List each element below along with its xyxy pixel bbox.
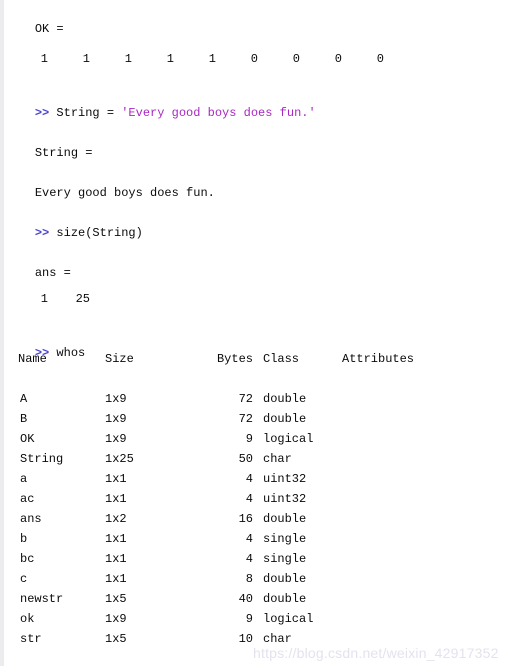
cell-size: 1x1 bbox=[105, 492, 127, 506]
ok-value-cell: 0 bbox=[376, 52, 384, 66]
column-header-size: Size bbox=[105, 352, 134, 366]
cell-class: double bbox=[263, 592, 307, 606]
ok-value-cell: 0 bbox=[250, 52, 258, 66]
cell-name: ans bbox=[20, 512, 42, 526]
cell-size: 1x5 bbox=[105, 592, 127, 606]
column-header-bytes: Bytes bbox=[216, 352, 253, 366]
command-text-whos: whos bbox=[56, 346, 86, 360]
cell-name: newstr bbox=[20, 592, 64, 606]
cell-bytes: 10 bbox=[238, 632, 253, 646]
cell-name: b bbox=[20, 532, 28, 546]
cell-class: char bbox=[263, 632, 292, 646]
cell-size: 1x1 bbox=[105, 572, 127, 586]
cell-bytes: 8 bbox=[245, 572, 253, 586]
cell-size: 1x1 bbox=[105, 532, 127, 546]
output-line-string-value: Every good boys does fun. bbox=[6, 172, 215, 200]
cell-bytes: 4 bbox=[245, 492, 253, 506]
cell-class: uint32 bbox=[263, 472, 307, 486]
ans-label-text: ans = bbox=[34, 266, 71, 280]
cell-name: ac bbox=[20, 492, 35, 506]
cell-size: 1x5 bbox=[105, 632, 127, 646]
command-line-whos[interactable]: >> whos bbox=[6, 332, 85, 360]
matlab-command-window[interactable]: OK = 111110000 >> String = 'Every good b… bbox=[0, 0, 532, 666]
cell-bytes: 72 bbox=[238, 392, 253, 406]
command-line-size[interactable]: >> size(String) bbox=[6, 212, 143, 240]
left-gutter-strip bbox=[0, 0, 4, 666]
cell-class: single bbox=[263, 552, 307, 566]
command-line-string-assign[interactable]: >> String = 'Every good boys does fun.' bbox=[6, 92, 316, 120]
cell-class: double bbox=[263, 412, 307, 426]
cell-bytes: 50 bbox=[238, 452, 253, 466]
csdn-watermark: https://blog.csdn.net/weixin_42917352 bbox=[253, 645, 499, 661]
cell-size: 1x9 bbox=[105, 432, 127, 446]
cell-size: 1x2 bbox=[105, 512, 127, 526]
cell-name: bc bbox=[20, 552, 35, 566]
output-line-ok-label: OK = bbox=[6, 8, 64, 36]
cell-size: 1x9 bbox=[105, 412, 127, 426]
cell-class: double bbox=[263, 392, 307, 406]
ans-value-cell: 1 bbox=[40, 292, 48, 306]
output-line-ans-label: ans = bbox=[6, 252, 71, 280]
cell-class: uint32 bbox=[263, 492, 307, 506]
cell-class: double bbox=[263, 572, 307, 586]
prompt-symbol-icon: >> bbox=[34, 106, 50, 120]
ok-value-cell: 1 bbox=[208, 52, 216, 66]
ok-value-cell: 0 bbox=[292, 52, 300, 66]
cell-class: single bbox=[263, 532, 307, 546]
column-header-attributes: Attributes bbox=[342, 352, 415, 366]
command-text-size: size(String) bbox=[56, 226, 143, 240]
ok-value-cell: 1 bbox=[124, 52, 132, 66]
cell-name: c bbox=[20, 572, 28, 586]
column-header-name: Name bbox=[18, 352, 47, 366]
cell-name: OK bbox=[20, 432, 35, 446]
cell-name: ok bbox=[20, 612, 35, 626]
cell-name: str bbox=[20, 632, 42, 646]
cell-name: a bbox=[20, 472, 28, 486]
cell-class: logical bbox=[263, 432, 314, 446]
cell-bytes: 4 bbox=[245, 472, 253, 486]
cell-bytes: 16 bbox=[238, 512, 253, 526]
string-literal-value: 'Every good boys does fun.' bbox=[121, 106, 316, 120]
cell-size: 1x25 bbox=[105, 452, 134, 466]
cell-class: double bbox=[263, 512, 307, 526]
ans-value-cell: 25 bbox=[75, 292, 90, 306]
cell-class: char bbox=[263, 452, 292, 466]
cell-name: B bbox=[20, 412, 28, 426]
ok-value-cell: 1 bbox=[82, 52, 90, 66]
cell-size: 1x9 bbox=[105, 612, 127, 626]
string-value-text: Every good boys does fun. bbox=[34, 186, 215, 200]
prompt-symbol-icon: >> bbox=[34, 226, 50, 240]
cell-size: 1x1 bbox=[105, 472, 127, 486]
output-line-string-label: String = bbox=[6, 132, 93, 160]
cell-size: 1x1 bbox=[105, 552, 127, 566]
cell-name: A bbox=[20, 392, 28, 406]
ok-value-cell: 1 bbox=[166, 52, 174, 66]
cell-size: 1x9 bbox=[105, 392, 127, 406]
string-label-text: String = bbox=[34, 146, 93, 160]
ok-label-text: OK = bbox=[34, 22, 64, 36]
cell-bytes: 4 bbox=[245, 552, 253, 566]
cell-name: String bbox=[20, 452, 64, 466]
cell-bytes: 9 bbox=[245, 432, 253, 446]
ok-value-cell: 0 bbox=[334, 52, 342, 66]
cell-bytes: 72 bbox=[238, 412, 253, 426]
cell-class: logical bbox=[263, 612, 314, 626]
cell-bytes: 4 bbox=[245, 532, 253, 546]
command-text-string-assign: String = bbox=[56, 106, 122, 120]
ok-value-cell: 1 bbox=[40, 52, 48, 66]
cell-bytes: 40 bbox=[238, 592, 253, 606]
column-header-class: Class bbox=[263, 352, 300, 366]
cell-bytes: 9 bbox=[245, 612, 253, 626]
